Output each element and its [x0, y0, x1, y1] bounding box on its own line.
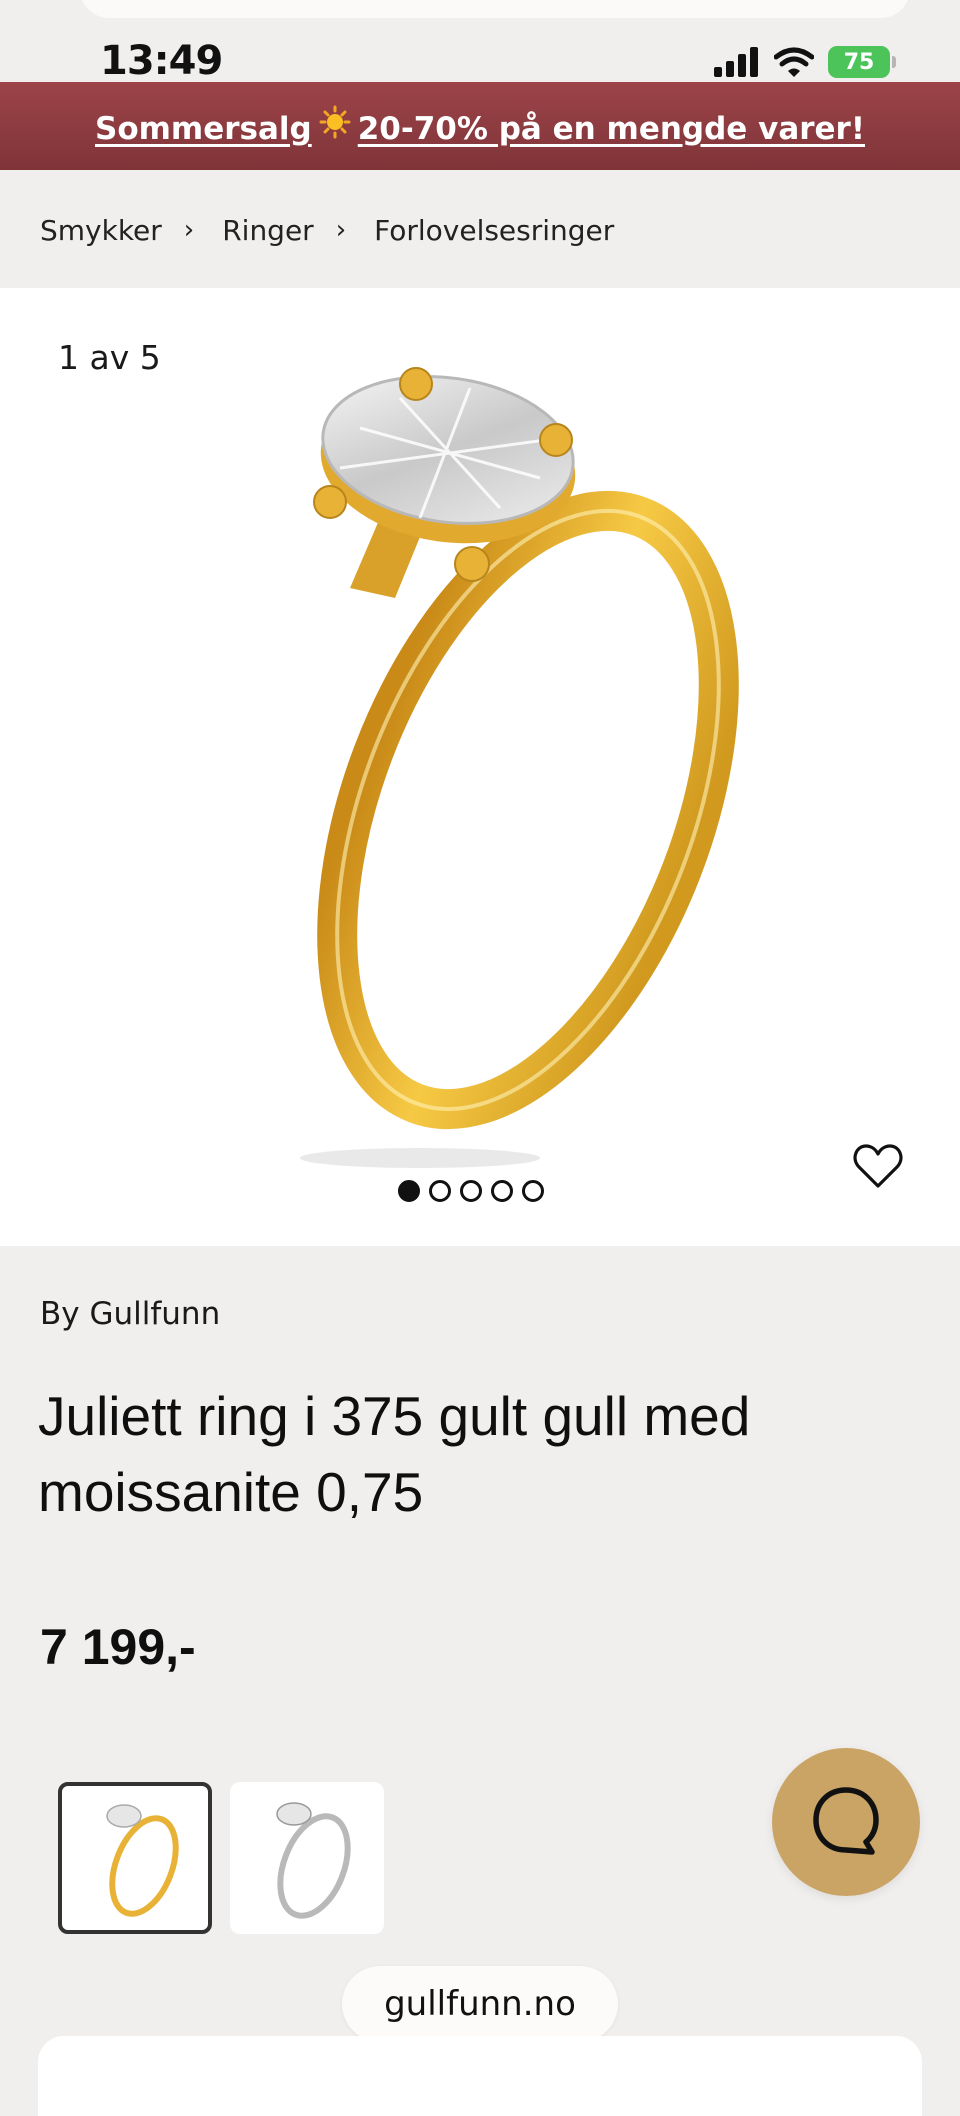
promo-link[interactable]: Sommersalg 20-70% på en mengde varer! — [95, 105, 865, 147]
pagination-dot[interactable] — [398, 1180, 420, 1202]
silver-ring-thumbnail-image — [276, 1802, 351, 1919]
chevron-right-icon: › — [335, 215, 347, 245]
variant-gold-thumbnail[interactable] — [58, 1782, 212, 1934]
promo-text-start: Sommersalg — [95, 111, 312, 147]
battery-icon: 75 — [828, 46, 896, 78]
breadcrumb-forlovelsesringer[interactable]: Forlovelsesringer — [374, 214, 614, 247]
pagination-dot[interactable] — [522, 1180, 544, 1202]
status-time: 13:49 — [100, 38, 223, 84]
image-counter: 1 av 5 — [58, 338, 161, 377]
promo-text-end: 20-70% på en mengde varer! — [357, 111, 865, 147]
chevron-right-icon: › — [183, 215, 195, 245]
status-icons: 75 — [714, 44, 896, 80]
url-text: gullfunn.no — [384, 1984, 576, 2024]
product-title: Juliett ring i 375 gult gull med moissan… — [38, 1385, 751, 1523]
pagination-dot[interactable] — [491, 1180, 513, 1202]
pagination-dot[interactable] — [460, 1180, 482, 1202]
cellular-signal-icon — [714, 47, 758, 77]
variant-silver-thumbnail[interactable] — [230, 1782, 384, 1934]
product-image — [300, 367, 739, 1168]
bottom-sheet-edge — [38, 2036, 922, 2116]
gold-ring-thumbnail-image — [106, 1804, 179, 1917]
gallery-pagination[interactable] — [398, 1180, 544, 1202]
promo-banner[interactable]: Sommersalg 20-70% på en mengde varer! — [0, 82, 960, 170]
battery-level: 75 — [843, 49, 875, 75]
chat-button[interactable] — [772, 1748, 920, 1896]
breadcrumb: Smykker › Ringer › Forlovelsesringer — [40, 210, 614, 250]
wifi-icon — [774, 47, 814, 77]
product-price: 7 199,- — [40, 1619, 196, 1675]
status-bar: 13:49 75 — [0, 0, 960, 84]
breadcrumb-smykker[interactable]: Smykker — [40, 214, 162, 247]
pagination-dot[interactable] — [429, 1180, 451, 1202]
sun-icon — [316, 105, 354, 147]
browser-url-bar[interactable]: gullfunn.no — [342, 1966, 618, 2042]
heart-icon[interactable] — [852, 1142, 904, 1190]
breadcrumb-ringer[interactable]: Ringer — [222, 214, 314, 247]
brand-label[interactable]: By Gullfunn — [40, 1296, 220, 1332]
chat-icon — [813, 1787, 879, 1855]
product-image-gallery[interactable]: 1 av 5 — [0, 288, 960, 1246]
